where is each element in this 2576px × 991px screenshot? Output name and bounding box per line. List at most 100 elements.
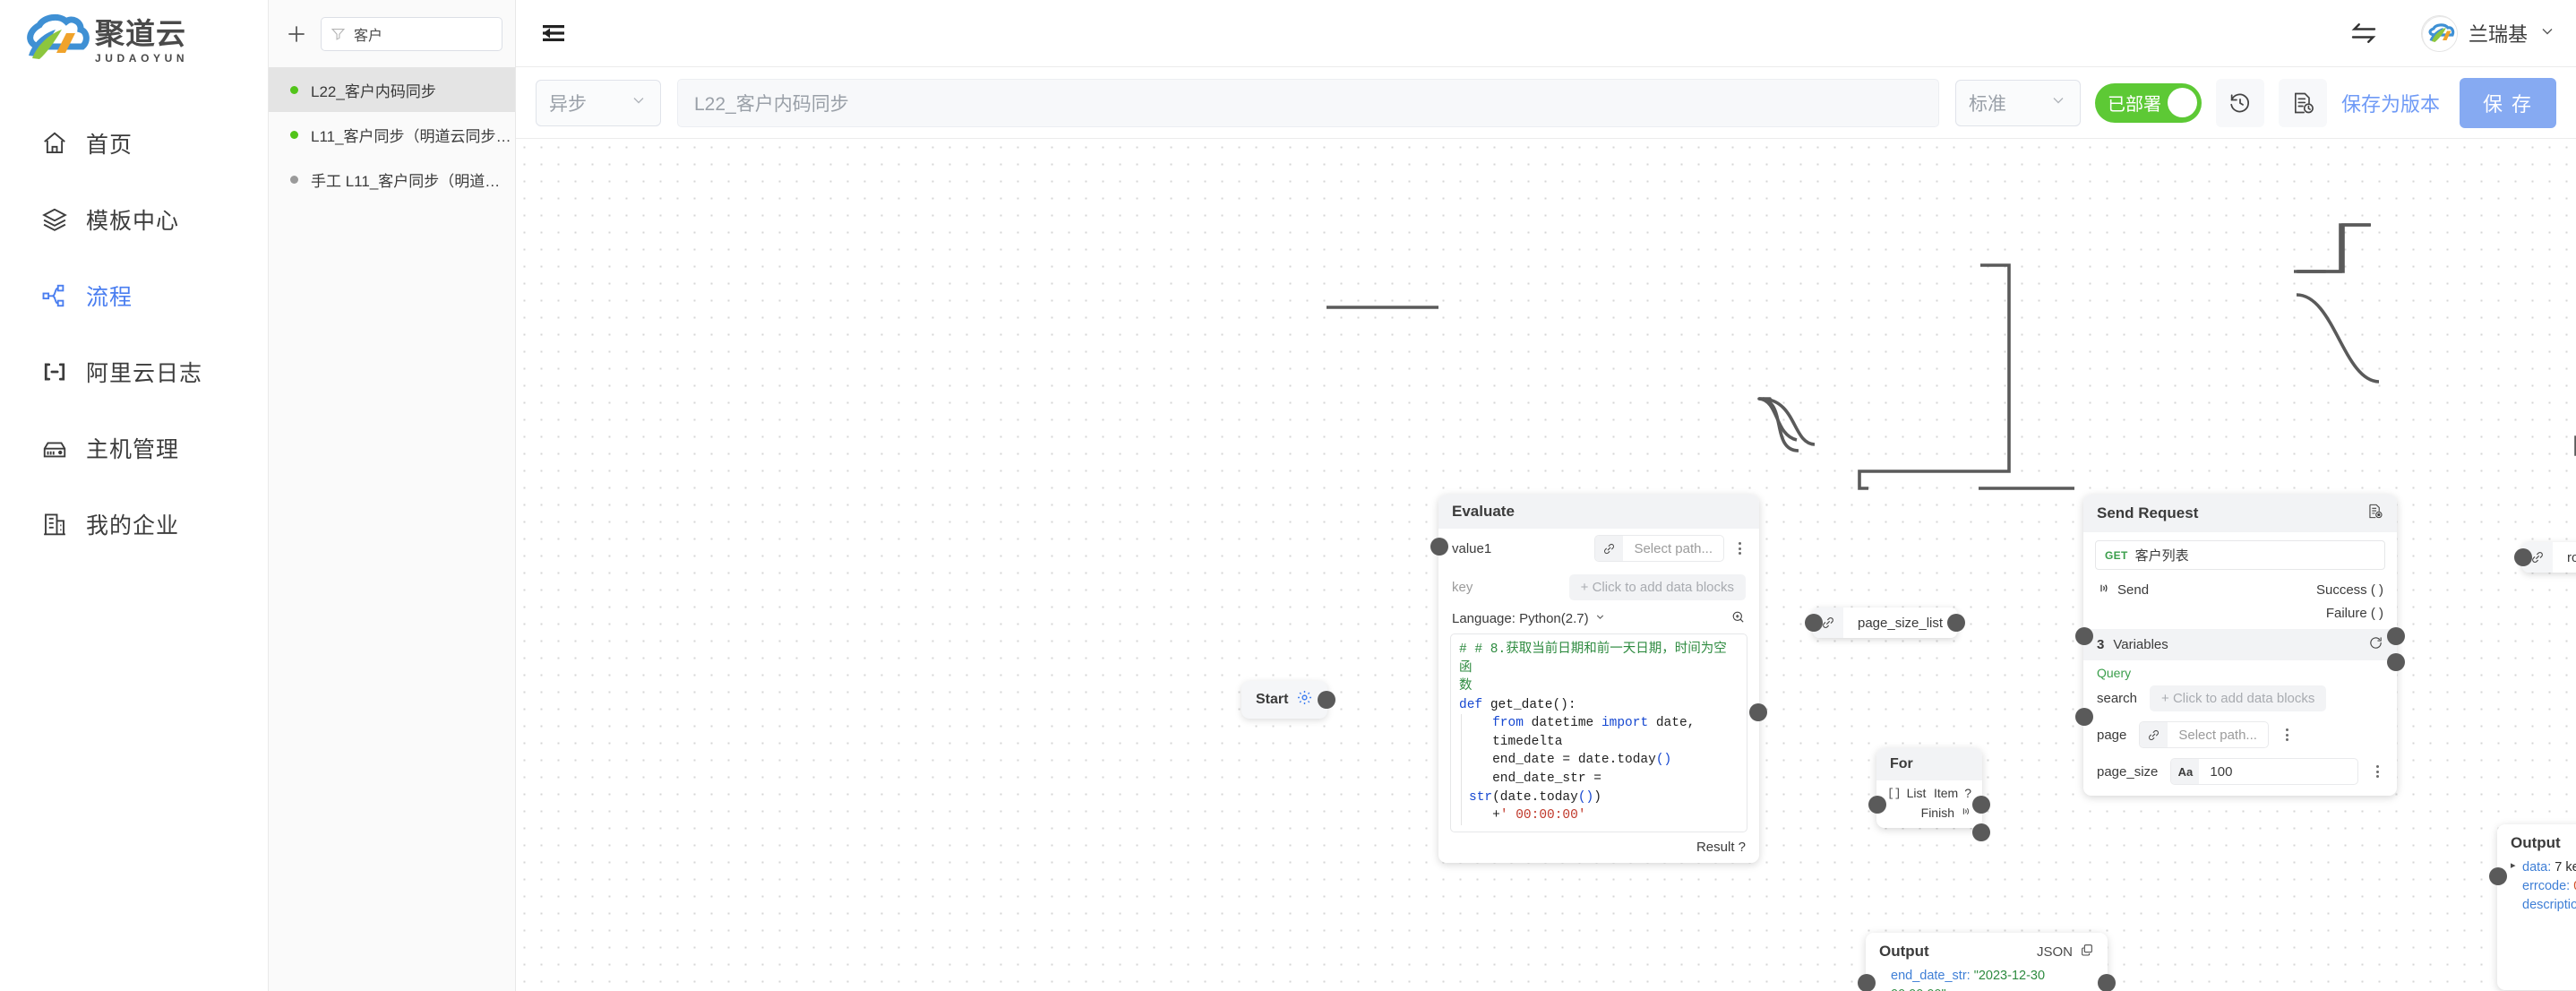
search-add-data-blocks[interactable]: + Click to add data blocks <box>2150 685 2327 711</box>
code-line: from datetime import date, <box>1461 714 1739 733</box>
output-node-2-input-port[interactable] <box>2489 867 2507 885</box>
evaluate-key-row: key + Click to add data blocks <box>1438 568 1759 607</box>
user-menu[interactable]: 兰瑞基 <box>2420 14 2556 52</box>
hamburger-collapse-icon[interactable] <box>537 18 568 48</box>
start-node[interactable]: Start <box>1241 681 1336 719</box>
history-clock-icon[interactable] <box>2215 78 2264 127</box>
page-path-input[interactable]: Select path... <box>2139 721 2269 748</box>
send-request-success-port[interactable] <box>2387 627 2405 645</box>
page-size-value: 100 <box>2210 763 2233 780</box>
send-request-input-port[interactable] <box>2075 627 2093 645</box>
send-row: Send Success ( ) <box>2083 578 2397 602</box>
gear-icon[interactable] <box>1296 689 1313 711</box>
variables-label: Variables <box>2113 637 2168 652</box>
code-line: +' 00:00:00' <box>1461 806 1739 825</box>
flow-item-label: L11_客户同步（明道云同步星... <box>311 127 515 145</box>
server-icon <box>39 433 70 463</box>
send-request-page-port[interactable] <box>2075 708 2093 726</box>
evaluate-code-editor[interactable]: # # 8.获取当前日期和前一天日期，时间为空函 数 def get_date(… <box>1450 633 1747 832</box>
kebab-menu-icon[interactable] <box>1733 542 1746 555</box>
refresh-icon[interactable] <box>2368 635 2383 654</box>
output-node-2-body: ▸ data: 7 keys ( ) errcode: 0 descriptio… <box>2497 858 2576 927</box>
for-node-1-list-port[interactable] <box>1868 796 1886 814</box>
output-node-1-output-port[interactable] <box>2098 974 2116 991</box>
sidebar-item-host-management[interactable]: 主机管理 <box>0 425 268 471</box>
link-icon <box>2140 722 2168 747</box>
flow-title-input[interactable]: L22_客户内码同步 <box>677 78 1939 127</box>
kebab-menu-icon[interactable] <box>2281 728 2294 741</box>
success-label: Success ( ) <box>2315 582 2383 598</box>
flow-list-item[interactable]: 手工 L11_客户同步（明道云同... <box>269 157 515 202</box>
toggle-knob <box>2167 88 2197 117</box>
standard-select[interactable]: 标准 <box>1954 79 2081 126</box>
avatar <box>2420 14 2458 52</box>
flow-list-header: 客户 <box>269 0 515 67</box>
swap-arrows-icon[interactable] <box>2348 17 2380 49</box>
sidebar-item-home[interactable]: 首页 <box>0 120 268 167</box>
expand-arrow-icon[interactable]: ▸ <box>2511 858 2522 874</box>
brand-logo-area[interactable]: 聚道云 JUDAOYUN <box>0 0 268 82</box>
send-request-url[interactable]: GET 客户列表 <box>2095 540 2385 570</box>
evaluate-output-port[interactable] <box>1749 703 1767 721</box>
evaluate-node[interactable]: Evaluate value1 Select path... key + Cli… <box>1430 495 1767 863</box>
rows-input-port[interactable] <box>2514 548 2532 566</box>
for-node-1-item-label: Item <box>1933 786 1959 800</box>
flow-list-panel: 客户 L22_客户内码同步 L11_客户同步（明道云同步星... 手工 L11_… <box>269 0 516 991</box>
page-size-list-node[interactable]: page_size_list <box>1805 608 1966 638</box>
for-node-1-finish-label: Finish <box>1920 806 1954 820</box>
flow-list-item[interactable]: L11_客户同步（明道云同步星... <box>269 112 515 157</box>
output-node-1-input-port[interactable] <box>1858 974 1876 991</box>
evaluate-input-port[interactable] <box>1430 538 1448 556</box>
chevron-down-icon <box>2049 91 2067 114</box>
search-input[interactable]: 客户 <box>321 16 502 51</box>
for-node-1-finish-port[interactable] <box>1972 823 1990 841</box>
sidebar-item-template-center[interactable]: 模板中心 <box>0 196 268 243</box>
send-request-failure-port[interactable] <box>2387 653 2405 671</box>
rows-node[interactable]: rows <box>2514 542 2576 573</box>
code-line: end_date = date.today() <box>1461 751 1739 771</box>
chevron-down-icon[interactable] <box>1594 611 1606 626</box>
send-request-title: Send Request <box>2097 504 2199 521</box>
start-node-label: Start <box>1256 692 1289 707</box>
sidebar-label: 首页 <box>86 133 133 158</box>
page-size-input[interactable]: Aa 100 <box>2170 758 2358 785</box>
save-as-version-button[interactable]: 保存为版本 <box>2341 89 2440 117</box>
flow-list-item[interactable]: L22_客户内码同步 <box>269 67 515 112</box>
user-name: 兰瑞基 <box>2468 23 2528 46</box>
chevron-down-icon <box>2538 22 2556 45</box>
send-request-node[interactable]: Send Request GET 客户列表 Send Success () F… <box>2075 495 2405 796</box>
for-node-1-item-port[interactable] <box>1972 796 1990 814</box>
for-node-1[interactable]: For [] List Item ? Finish <box>1868 748 1990 841</box>
page-size-list-input-port[interactable] <box>1805 614 1823 632</box>
flow-canvas[interactable]: Start Evaluate value1 Select path... key… <box>516 139 2576 991</box>
document-clock-icon[interactable] <box>2278 78 2327 127</box>
evaluate-path-input[interactable]: Select path... <box>1594 535 1724 562</box>
save-button[interactable]: 保 存 <box>2460 77 2556 128</box>
sidebar-item-flow[interactable]: 流程 <box>0 272 268 319</box>
for-node-1-header: For <box>1876 748 1982 780</box>
sidebar-item-my-enterprise[interactable]: 我的企业 <box>0 501 268 547</box>
page-size-list-output-port[interactable] <box>1947 614 1966 632</box>
output-node-1-header: Output JSON <box>1866 933 2108 967</box>
deploy-toggle[interactable]: 已部署 <box>2094 82 2202 123</box>
copy-icon[interactable] <box>2080 943 2094 961</box>
output-node-1-json-toggle[interactable]: JSON <box>2037 943 2094 961</box>
json-key: data: <box>2522 860 2552 875</box>
output-node-1[interactable]: Output JSON end_date_str: "2023-12-30 00… <box>1858 933 2116 991</box>
zoom-in-icon[interactable] <box>1730 609 1746 628</box>
evaluate-result-label: Result ? <box>1696 839 1746 855</box>
plus-icon[interactable] <box>281 19 312 49</box>
flow-toolbar: 异步 L22_客户内码同步 标准 已部署 保存为版本 保 存 <box>516 67 2576 139</box>
json-line: errcode: 0 <box>2511 877 2576 896</box>
mode-select[interactable]: 异步 <box>536 79 661 126</box>
evaluate-add-data-blocks[interactable]: + Click to add data blocks <box>1568 574 1746 600</box>
kebab-menu-icon[interactable] <box>2371 765 2383 778</box>
sidebar-item-aliyun-log[interactable]: 阿里云日志 <box>0 349 268 395</box>
document-eye-icon[interactable] <box>2366 503 2383 524</box>
mode-select-value: 异步 <box>549 93 587 115</box>
query-field-search: search + Click to add data blocks <box>2083 682 2397 718</box>
output-node-2[interactable]: Output JSON ▸ data: 7 keys ( ) <box>2489 824 2576 990</box>
evaluate-language-label[interactable]: Language: Python(2.7) <box>1452 611 1589 626</box>
query-field-page: page Select path... <box>2083 718 2397 754</box>
funnel-icon <box>331 26 346 41</box>
